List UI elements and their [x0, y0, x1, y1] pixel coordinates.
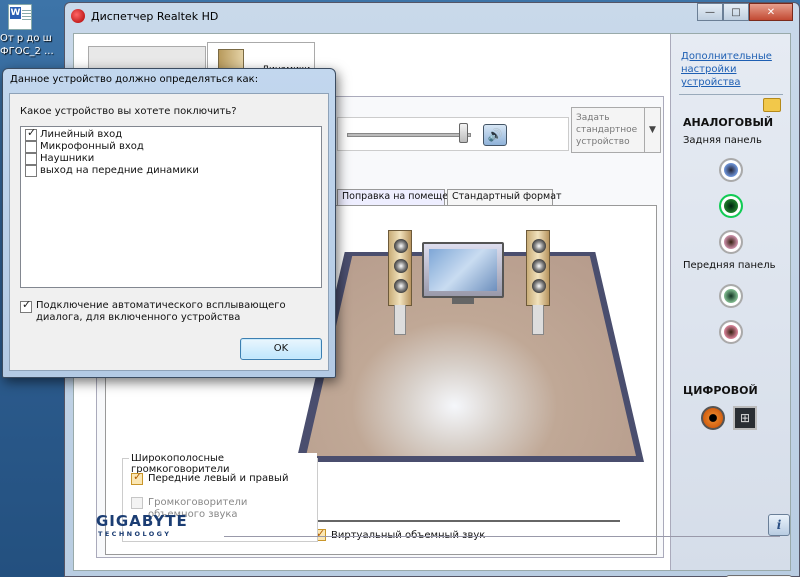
info-button[interactable]: i: [768, 514, 790, 536]
folder-icon[interactable]: [763, 98, 781, 112]
coaxial-spdif-icon[interactable]: [701, 406, 725, 430]
option-mic-in-label: Микрофонный вход: [40, 141, 144, 152]
front-panel-label: Передняя панель: [683, 260, 776, 271]
device-options-list: Линейный вход Микрофонный вход Наушники …: [20, 126, 322, 288]
device-type-dialog: Данное устройство должно определяться ка…: [2, 68, 336, 378]
title-bar: Диспетчер Realtek HD — □ ✕: [65, 3, 799, 29]
option-headphones-label: Наушники: [40, 153, 95, 164]
surround-speakers-checkbox[interactable]: [131, 497, 143, 509]
auto-popup-checkbox[interactable]: [20, 299, 32, 313]
advanced-settings-link[interactable]: Дополнительные настройки устройства: [681, 50, 781, 89]
realtek-app-icon: [71, 9, 85, 23]
minimize-button[interactable]: —: [697, 3, 723, 21]
virtual-surround-option[interactable]: Виртуальный объемный звук: [314, 527, 486, 541]
dialog-title: Данное устройство должно определяться ка…: [10, 74, 259, 85]
tab-default-format[interactable]: Стандартный формат: [447, 189, 562, 205]
front-right-speaker-icon[interactable]: [526, 230, 550, 335]
rear-green-jack-icon[interactable]: [719, 194, 743, 218]
gigabyte-logo-subtitle: TECHNOLOGY: [98, 530, 172, 538]
front-left-speaker-icon[interactable]: [388, 230, 412, 335]
side-divider: [679, 94, 783, 95]
word-document-icon: [8, 4, 32, 30]
option-front-speakers-label: выход на передние динамики: [40, 165, 199, 176]
analog-heading: АНАЛОГОВЫЙ: [683, 116, 774, 129]
front-pink-jack-icon[interactable]: [719, 320, 743, 344]
option-front-speakers[interactable]: выход на передние динамики: [25, 165, 199, 177]
gigabyte-logo: GIGABYTE: [96, 512, 188, 530]
auto-popup-label: Подключение автоматического всплывающего…: [36, 300, 286, 323]
option-line-in[interactable]: Линейный вход: [25, 127, 123, 141]
digital-heading: ЦИФРОВОЙ: [683, 384, 758, 397]
window-controls: — □ ✕: [697, 3, 793, 21]
default-device-label: Задать стандартное устройство: [576, 113, 638, 147]
front-lr-checkbox[interactable]: [131, 471, 143, 485]
maximize-button[interactable]: □: [723, 3, 749, 21]
wideband-group-title: Широкополосные громкоговорители: [129, 453, 317, 475]
front-green-jack-icon[interactable]: [719, 284, 743, 308]
option-mic-in[interactable]: Микрофонный вход: [25, 141, 144, 153]
dialog-ok-button[interactable]: OK: [240, 338, 322, 360]
option-mic-in-checkbox[interactable]: [25, 141, 37, 153]
desktop-document-shortcut[interactable]: От р до ш ФГОС_2 ...: [0, 0, 60, 62]
mute-speaker-button[interactable]: 🔊: [483, 124, 507, 146]
auto-popup-option[interactable]: Подключение автоматического всплывающего…: [20, 299, 322, 324]
tv-screen-icon: [422, 242, 504, 298]
dialog-question: Какое устройство вы хотете поключить?: [20, 106, 237, 117]
volume-slider-track[interactable]: [347, 133, 471, 137]
dialog-body: Какое устройство вы хотете поключить? Ли…: [9, 93, 329, 371]
tv-stand: [452, 298, 474, 304]
rear-pink-jack-icon[interactable]: [719, 230, 743, 254]
option-headphones[interactable]: Наушники: [25, 153, 94, 165]
window-title: Диспетчер Realtek HD: [91, 10, 219, 23]
virtual-surround-label: Виртуальный объемный звук: [331, 529, 486, 541]
rear-blue-jack-icon[interactable]: [719, 158, 743, 182]
option-headphones-checkbox[interactable]: [25, 153, 37, 165]
front-lr-option[interactable]: Передние левый и правый: [131, 471, 289, 485]
tab-room-correction[interactable]: Поправка на помещение: [337, 189, 466, 205]
option-line-in-label: Линейный вход: [40, 129, 123, 140]
option-line-in-checkbox[interactable]: [25, 127, 37, 141]
volume-slider-thumb[interactable]: [459, 123, 468, 143]
front-lr-label: Передние левый и правый: [148, 473, 289, 484]
desktop-icon-label: От р до ш ФГОС_2 ...: [0, 33, 54, 57]
connector-side-panel: Дополнительные настройки устройства АНАЛ…: [670, 34, 790, 570]
option-front-speakers-checkbox[interactable]: [25, 165, 37, 177]
close-button[interactable]: ✕: [749, 3, 793, 21]
chevron-down-icon[interactable]: ▼: [644, 108, 660, 152]
optical-spdif-icon[interactable]: ⊞: [733, 406, 757, 430]
rear-panel-label: Задняя панель: [683, 135, 762, 146]
footer-divider: [224, 536, 780, 537]
default-device-dropdown[interactable]: Задать стандартное устройство ▼: [571, 107, 661, 153]
stage-divider: [306, 520, 620, 522]
